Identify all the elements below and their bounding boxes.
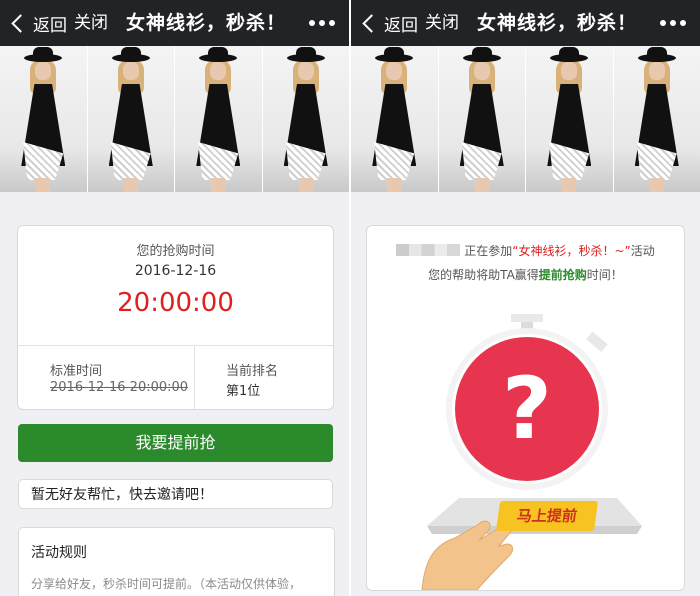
- close-button[interactable]: 关闭: [425, 11, 459, 35]
- product-banner[interactable]: [0, 46, 349, 192]
- product-banner[interactable]: [351, 46, 700, 192]
- stopwatch-symbol: ?: [502, 359, 552, 459]
- right-screen: 返回 关闭 女神线衫，秒杀！ 正在参加“女神线衫，秒杀！~”活动 您的帮助将助T…: [351, 0, 700, 596]
- page-title: 女神线衫，秒杀！: [126, 12, 287, 34]
- standard-time-label: 标准时间: [50, 364, 103, 379]
- rank-value: 第1位: [226, 384, 261, 399]
- grab-time: 20:00:00: [117, 288, 234, 318]
- back-button[interactable]: 返回: [361, 11, 418, 36]
- rules-desc: 分享给好友，秒杀时间可提前。（本活动仅供体验，: [31, 577, 302, 591]
- grab-early-button[interactable]: 我要提前抢: [18, 424, 333, 462]
- back-label: 返回: [384, 15, 418, 36]
- close-button[interactable]: 关闭: [74, 11, 108, 35]
- back-label: 返回: [33, 15, 67, 36]
- divider: [194, 345, 195, 409]
- product-photo: [87, 46, 175, 192]
- press-early-button[interactable]: 马上提前: [495, 501, 599, 531]
- product-photo: [438, 46, 526, 192]
- rules-title: 活动规则: [31, 545, 87, 561]
- grab-time-label: 您的抢购时间: [136, 244, 215, 259]
- product-photo: [613, 46, 700, 192]
- product-photo: [262, 46, 349, 192]
- nav-bar: 返回 关闭 女神线衫，秒杀！: [0, 0, 349, 46]
- grab-date: 2016-12-16: [134, 263, 217, 279]
- rank-label: 当前排名: [226, 364, 279, 379]
- more-dots-icon[interactable]: [309, 20, 335, 26]
- stopwatch-icon: ?: [421, 314, 642, 590]
- help-card: 正在参加“女神线衫，秒杀！~”活动 您的帮助将助TA赢得提前抢购时间！ ? 马上…: [366, 225, 685, 591]
- product-photo: [0, 46, 88, 192]
- invite-banner[interactable]: 暂无好友帮忙，快去邀请吧！: [18, 479, 333, 509]
- rules-card: 活动规则 分享给好友，秒杀时间可提前。（本活动仅供体验，: [18, 527, 335, 596]
- chevron-left-icon: [11, 13, 30, 33]
- grab-time-card: 您的抢购时间 2016-12-16 20:00:00 标准时间 2016-12-…: [17, 225, 334, 410]
- product-photo: [526, 46, 614, 192]
- chevron-left-icon: [362, 13, 381, 33]
- back-button[interactable]: 返回: [10, 11, 67, 36]
- left-screen: 返回 关闭 女神线衫，秒杀！ 您的抢购时间 2016-12-16 20:00:0…: [0, 0, 349, 596]
- product-photo: [351, 46, 439, 192]
- more-dots-icon[interactable]: [660, 20, 686, 26]
- page-title: 女神线衫，秒杀！: [477, 12, 638, 34]
- divider: [18, 345, 333, 346]
- nav-bar: 返回 关闭 女神线衫，秒杀！: [351, 0, 700, 46]
- standard-time-value: 2016-12-16 20:00:00: [50, 380, 189, 395]
- product-photo: [175, 46, 263, 192]
